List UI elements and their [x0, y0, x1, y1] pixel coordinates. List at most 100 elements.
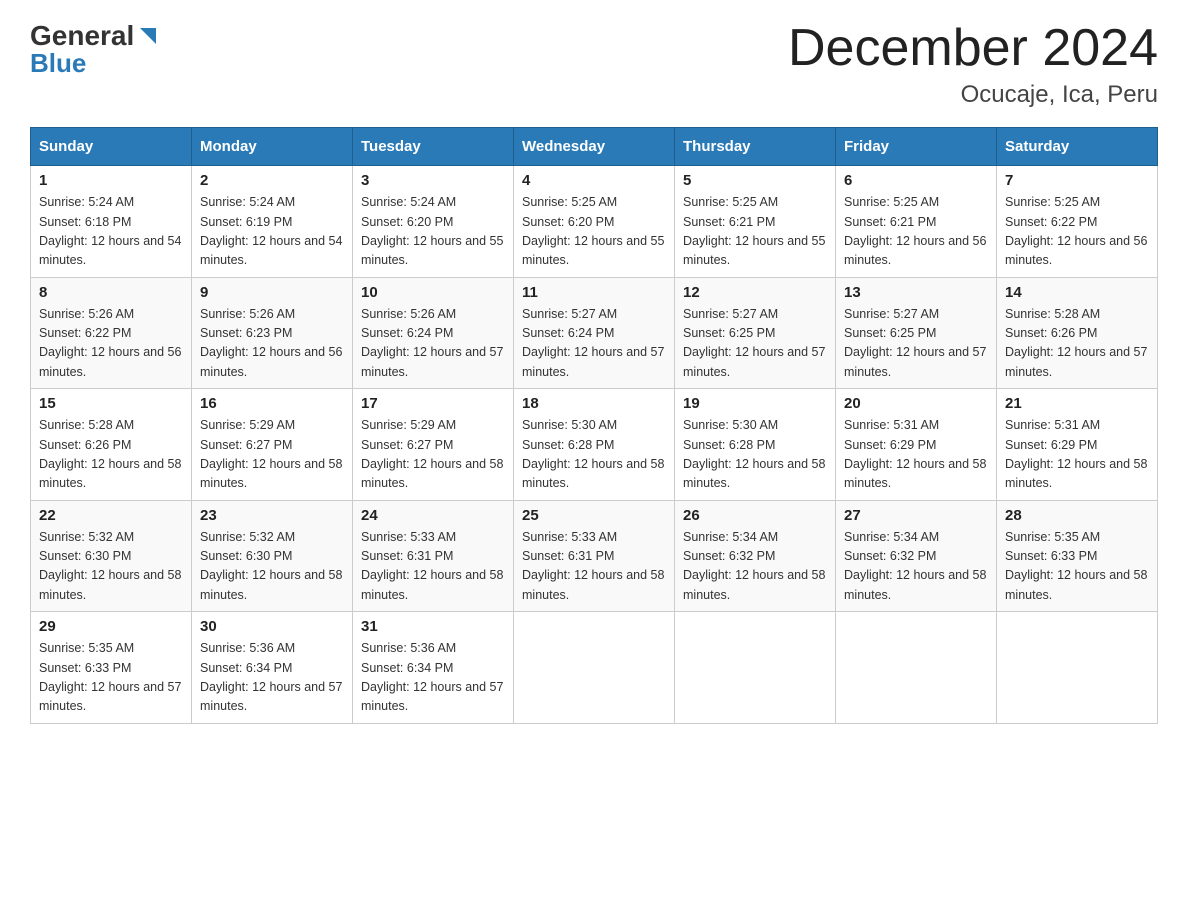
- day-number: 19: [683, 395, 827, 412]
- day-info: Sunrise: 5:31 AMSunset: 6:29 PMDaylight:…: [1005, 416, 1149, 494]
- col-header-monday: Monday: [192, 128, 353, 166]
- page-subtitle: Ocucaje, Ica, Peru: [788, 81, 1158, 109]
- calendar-cell: 25Sunrise: 5:33 AMSunset: 6:31 PMDayligh…: [514, 500, 675, 612]
- calendar-week-row: 29 Sunrise: 5:35 AMSunset: 6:33 PMDayligh…: [31, 612, 1158, 724]
- day-number: 9: [200, 284, 344, 301]
- calendar-cell: [836, 612, 997, 724]
- calendar-cell: 16 Sunrise: 5:29 AMSunset: 6:27 PMDayligh…: [192, 389, 353, 501]
- calendar-cell: 15 Sunrise: 5:28 AMSunset: 6:26 PMDayligh…: [31, 389, 192, 501]
- day-info: Sunrise: 5:29 AMSunset: 6:27 PMDaylight:…: [361, 416, 505, 494]
- day-number: 4: [522, 172, 666, 189]
- day-number: 10: [361, 284, 505, 301]
- page-header: General Blue December 2024 Ocucaje, Ica,…: [30, 20, 1158, 109]
- calendar-cell: 19 Sunrise: 5:30 AMSunset: 6:28 PMDayligh…: [675, 389, 836, 501]
- calendar-cell: 11Sunrise: 5:27 AMSunset: 6:24 PMDayligh…: [514, 277, 675, 389]
- calendar-cell: 10Sunrise: 5:26 AMSunset: 6:24 PMDayligh…: [353, 277, 514, 389]
- title-block: December 2024 Ocucaje, Ica, Peru: [788, 20, 1158, 109]
- calendar-cell: 26 Sunrise: 5:34 AMSunset: 6:32 PMDayligh…: [675, 500, 836, 612]
- day-info: Sunrise: 5:26 AMSunset: 6:23 PMDaylight:…: [200, 305, 344, 383]
- day-info: Sunrise: 5:26 AMSunset: 6:22 PMDaylight:…: [39, 305, 183, 383]
- day-info: Sunrise: 5:25 AMSunset: 6:21 PMDaylight:…: [844, 193, 988, 271]
- day-info: Sunrise: 5:30 AMSunset: 6:28 PMDaylight:…: [683, 416, 827, 494]
- calendar-cell: 12 Sunrise: 5:27 AMSunset: 6:25 PMDayligh…: [675, 277, 836, 389]
- calendar-cell: 28 Sunrise: 5:35 AMSunset: 6:33 PMDayligh…: [997, 500, 1158, 612]
- calendar-cell: 18Sunrise: 5:30 AMSunset: 6:28 PMDayligh…: [514, 389, 675, 501]
- logo-triangle-icon: [134, 22, 162, 50]
- day-number: 16: [200, 395, 344, 412]
- day-number: 13: [844, 284, 988, 301]
- day-info: Sunrise: 5:34 AMSunset: 6:32 PMDaylight:…: [683, 528, 827, 606]
- day-info: Sunrise: 5:25 AMSunset: 6:22 PMDaylight:…: [1005, 193, 1149, 271]
- calendar-cell: 4 Sunrise: 5:25 AMSunset: 6:20 PMDaylight…: [514, 166, 675, 278]
- day-info: Sunrise: 5:24 AMSunset: 6:18 PMDaylight:…: [39, 193, 183, 271]
- day-info: Sunrise: 5:35 AMSunset: 6:33 PMDaylight:…: [39, 639, 183, 717]
- day-info: Sunrise: 5:27 AMSunset: 6:25 PMDaylight:…: [683, 305, 827, 383]
- day-info: Sunrise: 5:29 AMSunset: 6:27 PMDaylight:…: [200, 416, 344, 494]
- logo: General Blue: [30, 20, 162, 79]
- day-info: Sunrise: 5:25 AMSunset: 6:20 PMDaylight:…: [522, 193, 666, 271]
- calendar-cell: 3 Sunrise: 5:24 AMSunset: 6:20 PMDaylight…: [353, 166, 514, 278]
- calendar-cell: 1 Sunrise: 5:24 AMSunset: 6:18 PMDaylight…: [31, 166, 192, 278]
- day-number: 22: [39, 507, 183, 524]
- calendar-cell: 8Sunrise: 5:26 AMSunset: 6:22 PMDaylight…: [31, 277, 192, 389]
- calendar-cell: 13Sunrise: 5:27 AMSunset: 6:25 PMDayligh…: [836, 277, 997, 389]
- day-number: 5: [683, 172, 827, 189]
- calendar-week-row: 15 Sunrise: 5:28 AMSunset: 6:26 PMDayligh…: [31, 389, 1158, 501]
- day-info: Sunrise: 5:36 AMSunset: 6:34 PMDaylight:…: [361, 639, 505, 717]
- day-info: Sunrise: 5:24 AMSunset: 6:20 PMDaylight:…: [361, 193, 505, 271]
- day-number: 20: [844, 395, 988, 412]
- day-info: Sunrise: 5:27 AMSunset: 6:24 PMDaylight:…: [522, 305, 666, 383]
- day-number: 2: [200, 172, 344, 189]
- day-info: Sunrise: 5:24 AMSunset: 6:19 PMDaylight:…: [200, 193, 344, 271]
- day-info: Sunrise: 5:31 AMSunset: 6:29 PMDaylight:…: [844, 416, 988, 494]
- calendar-week-row: 1 Sunrise: 5:24 AMSunset: 6:18 PMDaylight…: [31, 166, 1158, 278]
- calendar-cell: 7 Sunrise: 5:25 AMSunset: 6:22 PMDaylight…: [997, 166, 1158, 278]
- calendar-cell: 17Sunrise: 5:29 AMSunset: 6:27 PMDayligh…: [353, 389, 514, 501]
- day-info: Sunrise: 5:33 AMSunset: 6:31 PMDaylight:…: [522, 528, 666, 606]
- day-info: Sunrise: 5:28 AMSunset: 6:26 PMDaylight:…: [39, 416, 183, 494]
- day-number: 27: [844, 507, 988, 524]
- day-number: 6: [844, 172, 988, 189]
- calendar-cell: [997, 612, 1158, 724]
- calendar-cell: 29 Sunrise: 5:35 AMSunset: 6:33 PMDayligh…: [31, 612, 192, 724]
- calendar-cell: [675, 612, 836, 724]
- calendar-table: SundayMondayTuesdayWednesdayThursdayFrid…: [30, 127, 1158, 724]
- day-info: Sunrise: 5:25 AMSunset: 6:21 PMDaylight:…: [683, 193, 827, 271]
- calendar-cell: 14Sunrise: 5:28 AMSunset: 6:26 PMDayligh…: [997, 277, 1158, 389]
- day-number: 1: [39, 172, 183, 189]
- day-number: 7: [1005, 172, 1149, 189]
- day-number: 3: [361, 172, 505, 189]
- day-number: 12: [683, 284, 827, 301]
- day-info: Sunrise: 5:33 AMSunset: 6:31 PMDaylight:…: [361, 528, 505, 606]
- day-number: 31: [361, 618, 505, 635]
- calendar-cell: 21Sunrise: 5:31 AMSunset: 6:29 PMDayligh…: [997, 389, 1158, 501]
- calendar-cell: 22 Sunrise: 5:32 AMSunset: 6:30 PMDayligh…: [31, 500, 192, 612]
- day-number: 28: [1005, 507, 1149, 524]
- calendar-cell: 30 Sunrise: 5:36 AMSunset: 6:34 PMDayligh…: [192, 612, 353, 724]
- col-header-saturday: Saturday: [997, 128, 1158, 166]
- col-header-friday: Friday: [836, 128, 997, 166]
- calendar-cell: 24Sunrise: 5:33 AMSunset: 6:31 PMDayligh…: [353, 500, 514, 612]
- calendar-header-row: SundayMondayTuesdayWednesdayThursdayFrid…: [31, 128, 1158, 166]
- calendar-cell: 20 Sunrise: 5:31 AMSunset: 6:29 PMDayligh…: [836, 389, 997, 501]
- day-info: Sunrise: 5:35 AMSunset: 6:33 PMDaylight:…: [1005, 528, 1149, 606]
- page-title: December 2024: [788, 20, 1158, 77]
- day-number: 15: [39, 395, 183, 412]
- day-info: Sunrise: 5:32 AMSunset: 6:30 PMDaylight:…: [200, 528, 344, 606]
- day-number: 29: [39, 618, 183, 635]
- calendar-cell: 27 Sunrise: 5:34 AMSunset: 6:32 PMDayligh…: [836, 500, 997, 612]
- calendar-cell: 23 Sunrise: 5:32 AMSunset: 6:30 PMDayligh…: [192, 500, 353, 612]
- day-number: 26: [683, 507, 827, 524]
- col-header-thursday: Thursday: [675, 128, 836, 166]
- day-info: Sunrise: 5:30 AMSunset: 6:28 PMDaylight:…: [522, 416, 666, 494]
- calendar-cell: 5 Sunrise: 5:25 AMSunset: 6:21 PMDaylight…: [675, 166, 836, 278]
- calendar-week-row: 8Sunrise: 5:26 AMSunset: 6:22 PMDaylight…: [31, 277, 1158, 389]
- calendar-cell: 6 Sunrise: 5:25 AMSunset: 6:21 PMDaylight…: [836, 166, 997, 278]
- day-info: Sunrise: 5:32 AMSunset: 6:30 PMDaylight:…: [39, 528, 183, 606]
- day-number: 30: [200, 618, 344, 635]
- day-number: 23: [200, 507, 344, 524]
- day-info: Sunrise: 5:34 AMSunset: 6:32 PMDaylight:…: [844, 528, 988, 606]
- col-header-sunday: Sunday: [31, 128, 192, 166]
- day-info: Sunrise: 5:36 AMSunset: 6:34 PMDaylight:…: [200, 639, 344, 717]
- day-info: Sunrise: 5:28 AMSunset: 6:26 PMDaylight:…: [1005, 305, 1149, 383]
